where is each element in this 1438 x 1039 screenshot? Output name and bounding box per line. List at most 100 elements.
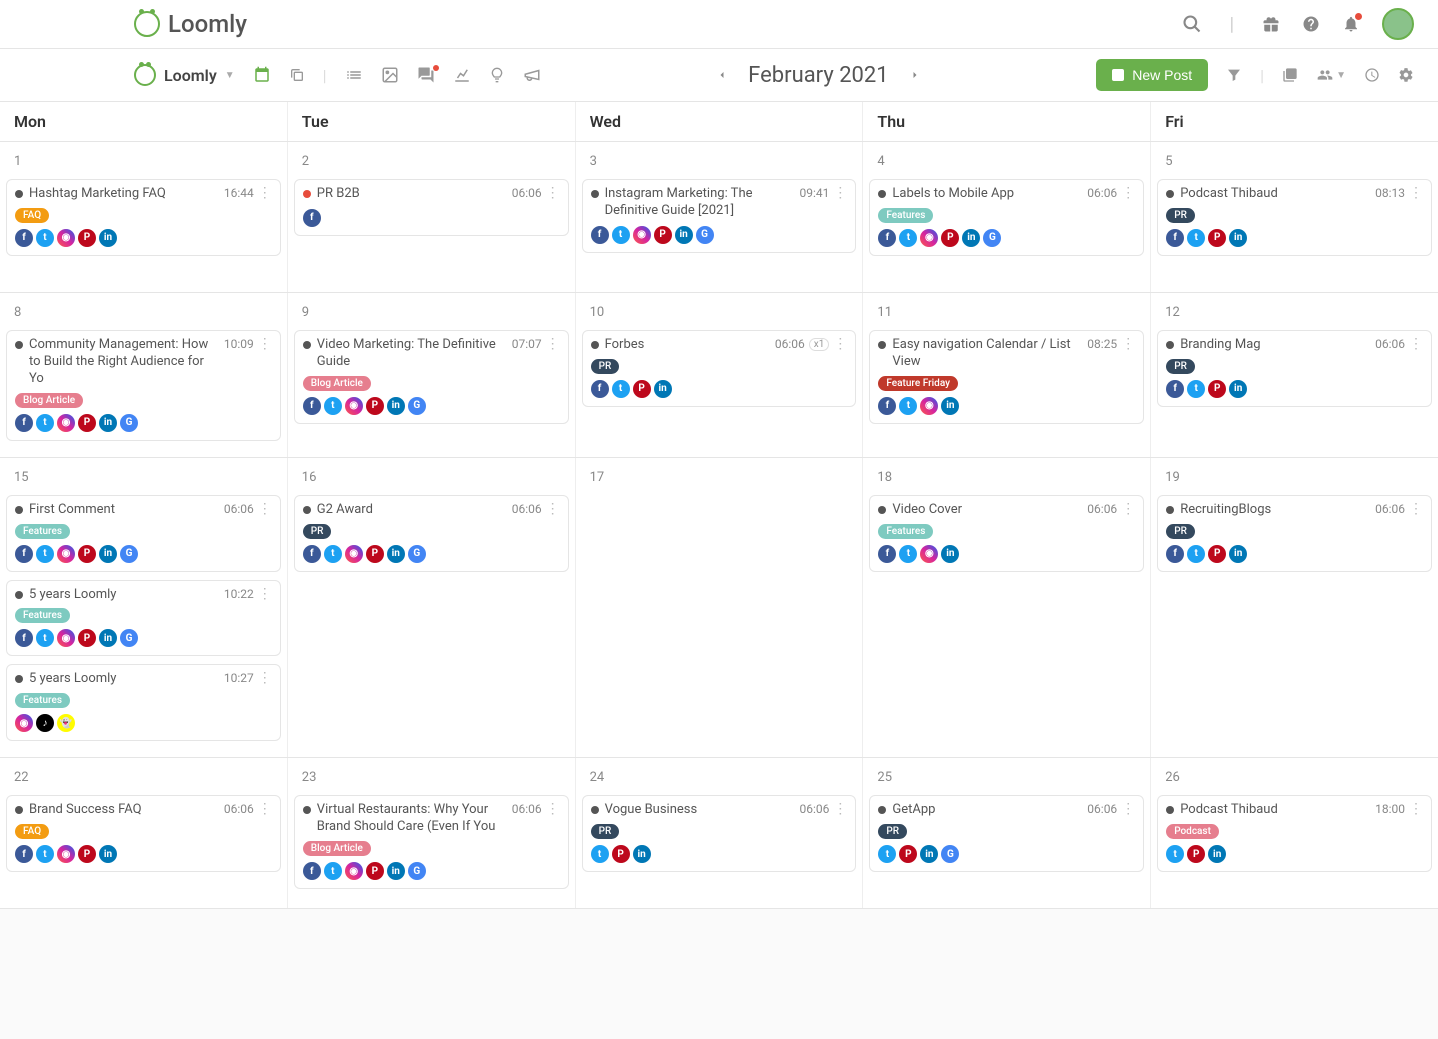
status-dot bbox=[303, 806, 311, 814]
calendar-cell[interactable]: 12Branding Mag06:06⋮PRftPin bbox=[1151, 293, 1438, 457]
calendar-cell[interactable]: 19RecruitingBlogs06:06⋮PRftPin bbox=[1151, 458, 1438, 758]
library-icon[interactable] bbox=[1282, 67, 1298, 83]
calendar-cell[interactable]: 18Video Cover06:06⋮Featuresft◉in bbox=[863, 458, 1151, 758]
calendar-cell[interactable]: 9Video Marketing: The Definitive Guide07… bbox=[288, 293, 576, 457]
post-card[interactable]: 5 years Loomly10:22⋮Featuresft◉PinG bbox=[6, 580, 281, 657]
calendar-cell[interactable]: 1Hashtag Marketing FAQ16:44⋮FAQft◉Pin bbox=[0, 142, 288, 292]
post-card[interactable]: 5 years Loomly10:27⋮Features◉♪👻 bbox=[6, 664, 281, 741]
list-view-icon[interactable] bbox=[345, 66, 363, 84]
post-card[interactable]: Vogue Business06:06⋮PRtPin bbox=[582, 795, 857, 872]
new-post-label: New Post bbox=[1132, 67, 1192, 83]
calendar-selector[interactable]: Loomly ▼ bbox=[134, 64, 235, 86]
calendar-view-icon[interactable] bbox=[253, 66, 271, 84]
channel-icons: ft◉PinG bbox=[303, 397, 560, 415]
post-card[interactable]: Podcast Thibaud18:00⋮PodcasttPin bbox=[1157, 795, 1432, 872]
tw-icon: t bbox=[899, 545, 917, 563]
post-card[interactable]: Hashtag Marketing FAQ16:44⋮FAQft◉Pin bbox=[6, 179, 281, 256]
kebab-icon[interactable]: ⋮ bbox=[546, 186, 560, 200]
calendar-cell[interactable]: 25GetApp06:06⋮PRtPinG bbox=[863, 758, 1151, 908]
li-icon: in bbox=[99, 229, 117, 247]
gift-icon[interactable] bbox=[1262, 15, 1280, 33]
notification-icon[interactable] bbox=[1342, 15, 1360, 33]
team-icon[interactable]: ▼ bbox=[1316, 67, 1346, 83]
post-card[interactable]: RecruitingBlogs06:06⋮PRftPin bbox=[1157, 495, 1432, 572]
kebab-icon[interactable]: ⋮ bbox=[258, 502, 272, 516]
post-card[interactable]: Easy navigation Calendar / List View08:2… bbox=[869, 330, 1144, 424]
ideas-icon[interactable] bbox=[489, 66, 505, 84]
calendar-cell[interactable]: 8Community Management: How to Build the … bbox=[0, 293, 288, 457]
kebab-icon[interactable]: ⋮ bbox=[546, 502, 560, 516]
comments-icon[interactable] bbox=[417, 66, 435, 84]
post-card[interactable]: Brand Success FAQ06:06⋮FAQft◉Pin bbox=[6, 795, 281, 872]
kebab-icon[interactable]: ⋮ bbox=[258, 587, 272, 601]
calendar-cell[interactable]: 16G2 Award06:06⋮PRft◉PinG bbox=[288, 458, 576, 758]
prev-month-button[interactable] bbox=[716, 67, 728, 83]
post-card[interactable]: GetApp06:06⋮PRtPinG bbox=[869, 795, 1144, 872]
kebab-icon[interactable]: ⋮ bbox=[1409, 337, 1423, 351]
post-card[interactable]: Forbes06:06x1⋮PRftPin bbox=[582, 330, 857, 407]
copy-icon[interactable] bbox=[289, 67, 305, 83]
li-icon: in bbox=[1208, 845, 1226, 863]
tw-icon: t bbox=[1187, 545, 1205, 563]
history-icon[interactable] bbox=[1364, 67, 1380, 83]
calendar-cell[interactable]: 26Podcast Thibaud18:00⋮PodcasttPin bbox=[1151, 758, 1438, 908]
kebab-icon[interactable]: ⋮ bbox=[1409, 502, 1423, 516]
logo[interactable]: Loomly bbox=[134, 10, 247, 38]
ig-icon: ◉ bbox=[57, 414, 75, 432]
kebab-icon[interactable]: ⋮ bbox=[258, 186, 272, 200]
new-post-button[interactable]: New Post bbox=[1096, 59, 1208, 91]
kebab-icon[interactable]: ⋮ bbox=[833, 186, 847, 200]
kebab-icon[interactable]: ⋮ bbox=[1409, 802, 1423, 816]
calendar-cell[interactable]: 22Brand Success FAQ06:06⋮FAQft◉Pin bbox=[0, 758, 288, 908]
filter-icon[interactable] bbox=[1226, 67, 1242, 83]
post-card[interactable]: Podcast Thibaud08:13⋮PRftPin bbox=[1157, 179, 1432, 256]
li-icon: in bbox=[941, 545, 959, 563]
kebab-icon[interactable]: ⋮ bbox=[1121, 802, 1135, 816]
analytics-icon[interactable] bbox=[453, 66, 471, 84]
day-header: Wed bbox=[576, 102, 864, 141]
calendar-cell[interactable]: 3Instagram Marketing: The Definitive Gui… bbox=[576, 142, 864, 292]
post-card[interactable]: Labels to Mobile App06:06⋮Featuresft◉Pin… bbox=[869, 179, 1144, 256]
kebab-icon[interactable]: ⋮ bbox=[1121, 337, 1135, 351]
calendar-cell[interactable]: 5Podcast Thibaud08:13⋮PRftPin bbox=[1151, 142, 1438, 292]
calendar-cell[interactable]: 15First Comment06:06⋮Featuresft◉PinG5 ye… bbox=[0, 458, 288, 758]
settings-icon[interactable] bbox=[1398, 67, 1414, 83]
post-card[interactable]: PR B2B06:06⋮f bbox=[294, 179, 569, 236]
calendar-cell[interactable]: 23Virtual Restaurants: Why Your Brand Sh… bbox=[288, 758, 576, 908]
calendar-cell[interactable]: 10Forbes06:06x1⋮PRftPin bbox=[576, 293, 864, 457]
post-card[interactable]: Community Management: How to Build the R… bbox=[6, 330, 281, 441]
kebab-icon[interactable]: ⋮ bbox=[546, 802, 560, 816]
kebab-icon[interactable]: ⋮ bbox=[1409, 186, 1423, 200]
date-number: 19 bbox=[1157, 466, 1432, 495]
post-card[interactable]: First Comment06:06⋮Featuresft◉PinG bbox=[6, 495, 281, 572]
image-icon[interactable] bbox=[381, 66, 399, 84]
kebab-icon[interactable]: ⋮ bbox=[258, 337, 272, 351]
post-card[interactable]: Branding Mag06:06⋮PRftPin bbox=[1157, 330, 1432, 407]
kebab-icon[interactable]: ⋮ bbox=[258, 671, 272, 685]
calendar-cell[interactable]: 11Easy navigation Calendar / List View08… bbox=[863, 293, 1151, 457]
calendar-cell[interactable]: 2PR B2B06:06⋮f bbox=[288, 142, 576, 292]
search-icon[interactable] bbox=[1182, 14, 1202, 34]
post-card[interactable]: Video Marketing: The Definitive Guide07:… bbox=[294, 330, 569, 424]
post-time: 10:22 bbox=[224, 587, 254, 601]
post-card[interactable]: Virtual Restaurants: Why Your Brand Shou… bbox=[294, 795, 569, 889]
kebab-icon[interactable]: ⋮ bbox=[833, 337, 847, 351]
megaphone-icon[interactable] bbox=[523, 66, 541, 84]
post-card[interactable]: Instagram Marketing: The Definitive Guid… bbox=[582, 179, 857, 253]
kebab-icon[interactable]: ⋮ bbox=[1121, 186, 1135, 200]
kebab-icon[interactable]: ⋮ bbox=[833, 802, 847, 816]
channel-icons: ft◉PinG bbox=[303, 862, 560, 880]
calendar-cell[interactable]: 4Labels to Mobile App06:06⋮Featuresft◉Pi… bbox=[863, 142, 1151, 292]
kebab-icon[interactable]: ⋮ bbox=[258, 802, 272, 816]
post-card[interactable]: G2 Award06:06⋮PRft◉PinG bbox=[294, 495, 569, 572]
avatar[interactable] bbox=[1382, 8, 1414, 40]
kebab-icon[interactable]: ⋮ bbox=[1121, 502, 1135, 516]
post-card[interactable]: Video Cover06:06⋮Featuresft◉in bbox=[869, 495, 1144, 572]
calendar-cell[interactable]: 17 bbox=[576, 458, 864, 758]
kebab-icon[interactable]: ⋮ bbox=[546, 337, 560, 351]
next-month-button[interactable] bbox=[909, 67, 921, 83]
help-icon[interactable] bbox=[1302, 15, 1320, 33]
calendar-cell[interactable]: 24Vogue Business06:06⋮PRtPin bbox=[576, 758, 864, 908]
status-dot bbox=[878, 190, 886, 198]
pi-icon: P bbox=[654, 226, 672, 244]
